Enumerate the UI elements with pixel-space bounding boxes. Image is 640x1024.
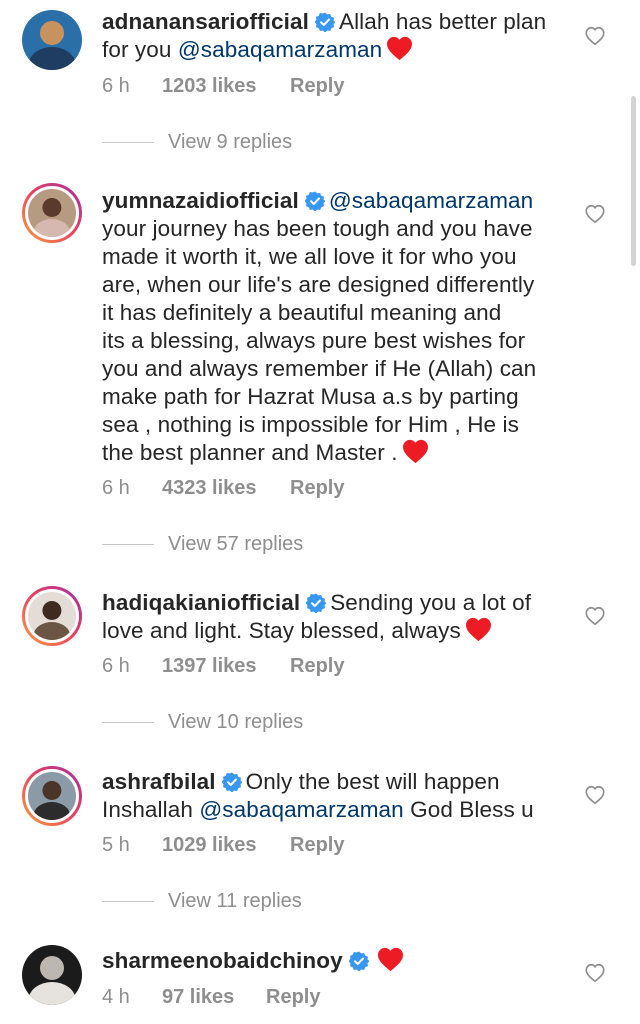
comment-time: 6 h bbox=[102, 654, 130, 677]
heart-outline-icon[interactable] bbox=[584, 25, 606, 47]
verified-badge-icon bbox=[306, 593, 327, 613]
comment-body: make path for Hazrat Musa a.s by parting bbox=[102, 384, 519, 409]
comment-body: love and light. Stay blessed, always bbox=[102, 618, 461, 643]
comment-body: its a blessing, always pure best wishes … bbox=[102, 328, 526, 353]
comment-body: the best planner and Master . bbox=[102, 440, 398, 465]
comment-time: 4 h bbox=[102, 985, 130, 1008]
reply-button[interactable]: Reply bbox=[290, 477, 344, 500]
comment-username[interactable]: sharmeenobaidchinoy bbox=[102, 948, 343, 973]
comment-body: Sending you a lot of bbox=[330, 590, 532, 615]
avatar[interactable] bbox=[22, 183, 82, 243]
view-replies-button[interactable]: View 57 replies bbox=[102, 531, 303, 557]
replies-divider bbox=[102, 543, 154, 545]
comment-likes[interactable]: 1203 likes bbox=[162, 75, 290, 98]
comment-body: Inshallah bbox=[102, 797, 200, 822]
comment-text: yumnazaidiofficial @sabaqamarzaman your j… bbox=[102, 187, 572, 467]
verified-badge-icon bbox=[348, 951, 369, 971]
comment-text: adnanansariofficial Allah has better plan… bbox=[102, 8, 572, 64]
comment-body: you and always remember if He (Allah) ca… bbox=[102, 356, 537, 381]
avatar[interactable] bbox=[22, 586, 82, 646]
comment-time: 5 h bbox=[102, 833, 130, 856]
comment-body: for you bbox=[102, 37, 178, 62]
heart-outline-icon[interactable] bbox=[584, 784, 606, 806]
replies-divider bbox=[102, 721, 154, 723]
comment-username[interactable]: adnanansariofficial bbox=[102, 9, 309, 34]
comment-time: 6 h bbox=[102, 476, 130, 499]
red-heart-emoji-icon bbox=[465, 617, 491, 642]
comment-username[interactable]: hadiqakianiofficial bbox=[102, 590, 300, 615]
comment-body: God Bless u bbox=[403, 797, 534, 822]
avatar[interactable] bbox=[22, 10, 82, 70]
comment-meta: 6 h 4323 likes Reply bbox=[102, 475, 344, 501]
view-replies-label: View 57 replies bbox=[168, 532, 304, 555]
replies-divider bbox=[102, 141, 154, 143]
comment-body: Only the best will happen bbox=[245, 769, 500, 794]
heart-outline-icon[interactable] bbox=[584, 962, 606, 984]
comment-body: your journey has been tough and you have bbox=[102, 216, 533, 241]
verified-badge-icon bbox=[314, 12, 335, 32]
mention-link[interactable]: @sabaqamarzaman bbox=[199, 797, 403, 822]
comment-body: it has definitely a beautiful meaning an… bbox=[102, 300, 502, 325]
red-heart-emoji-icon bbox=[387, 36, 413, 61]
view-replies-button[interactable]: View 10 replies bbox=[102, 709, 303, 735]
view-replies-label: View 10 replies bbox=[168, 710, 304, 733]
heart-outline-icon[interactable] bbox=[584, 605, 606, 627]
reply-button[interactable]: Reply bbox=[290, 655, 344, 678]
reply-button[interactable]: Reply bbox=[266, 986, 320, 1009]
avatar[interactable] bbox=[22, 766, 82, 826]
avatar[interactable] bbox=[22, 945, 82, 1005]
comment-meta: 5 h 1029 likes Reply bbox=[102, 832, 344, 858]
mention-link[interactable]: @sabaqamarzaman bbox=[329, 188, 533, 213]
replies-divider bbox=[102, 900, 154, 902]
scrollbar[interactable] bbox=[631, 96, 636, 266]
comment-likes[interactable]: 97 likes bbox=[162, 986, 266, 1009]
comment-likes[interactable]: 4323 likes bbox=[162, 477, 290, 500]
mention-link[interactable]: @sabaqamarzaman bbox=[178, 37, 382, 62]
comment-body: sea , nothing is impossible for Him , He… bbox=[102, 412, 519, 437]
comment-username[interactable]: yumnazaidiofficial bbox=[102, 188, 299, 213]
red-heart-emoji-icon bbox=[402, 439, 428, 464]
reply-button[interactable]: Reply bbox=[290, 75, 344, 98]
comment-body: made it worth it, we all love it for who… bbox=[102, 244, 517, 269]
reply-button[interactable]: Reply bbox=[290, 834, 344, 857]
comment-username[interactable]: ashrafbilal bbox=[102, 769, 216, 794]
heart-outline-icon[interactable] bbox=[584, 203, 606, 225]
comment-body: are, when our life's are designed differ… bbox=[102, 272, 535, 297]
view-replies-button[interactable]: View 9 replies bbox=[102, 129, 292, 155]
view-replies-label: View 11 replies bbox=[168, 889, 302, 912]
view-replies-label: View 9 replies bbox=[168, 130, 293, 153]
verified-badge-icon bbox=[221, 772, 242, 792]
comment-text: hadiqakianiofficial Sending you a lot of … bbox=[102, 589, 572, 645]
red-heart-emoji-icon bbox=[377, 947, 403, 972]
comment-time: 6 h bbox=[102, 74, 130, 97]
comment-meta: 4 h 97 likes Reply bbox=[102, 984, 320, 1010]
comment-likes[interactable]: 1029 likes bbox=[162, 834, 290, 857]
comment-text: sharmeenobaidchinoy bbox=[102, 947, 572, 975]
comment-meta: 6 h 1397 likes Reply bbox=[102, 653, 344, 679]
verified-badge-icon bbox=[304, 191, 325, 211]
view-replies-button[interactable]: View 11 replies bbox=[102, 888, 302, 914]
comment-meta: 6 h 1203 likes Reply bbox=[102, 73, 344, 99]
comment-body: Allah has better plan bbox=[338, 9, 547, 34]
comment-text: ashrafbilal Only the best will happen Ins… bbox=[102, 768, 572, 824]
comment-likes[interactable]: 1397 likes bbox=[162, 655, 290, 678]
